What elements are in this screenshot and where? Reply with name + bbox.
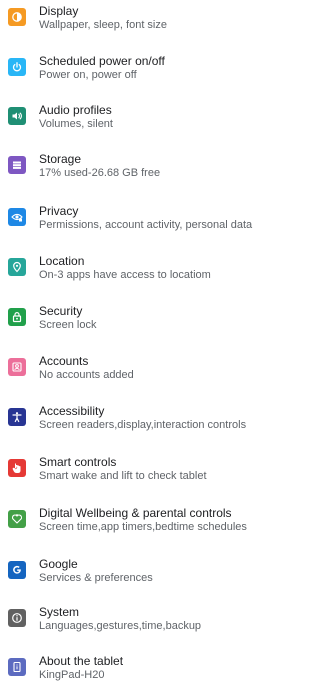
settings-item-accessibility[interactable]: Accessibility Screen readers,display,int… bbox=[0, 400, 265, 450]
accessibility-icon bbox=[8, 408, 26, 426]
power-icon bbox=[8, 58, 26, 76]
storage-icon bbox=[8, 156, 26, 174]
settings-item-accounts[interactable]: Accounts No accounts added bbox=[0, 350, 265, 400]
settings-item-smart-controls[interactable]: Smart controls Smart wake and lift to ch… bbox=[0, 451, 265, 501]
settings-item-about-tablet[interactable]: About the tablet KingPad-H20 bbox=[0, 650, 265, 700]
settings-item-subtitle: Services & preferences bbox=[39, 572, 153, 584]
settings-item-subtitle: Power on, power off bbox=[39, 69, 137, 81]
settings-item-subtitle: Screen time,app timers,bedtime schedules bbox=[39, 521, 247, 533]
settings-item-title: About the tablet bbox=[39, 654, 124, 668]
settings-item-subtitle: Languages,gestures,time,backup bbox=[39, 620, 202, 632]
settings-item-title: Security bbox=[39, 304, 83, 318]
settings-item-security[interactable]: Security Screen lock bbox=[0, 300, 265, 350]
settings-item-title: Digital Wellbeing & parental controls bbox=[39, 506, 232, 520]
info-icon bbox=[8, 609, 26, 627]
settings-item-title: Scheduled power on/off bbox=[39, 54, 165, 68]
settings-item-display[interactable]: Display Wallpaper, sleep, font size bbox=[0, 0, 265, 50]
settings-item-subtitle: Volumes, silent bbox=[39, 118, 113, 130]
volume-icon bbox=[8, 107, 26, 125]
account-icon bbox=[8, 358, 26, 376]
settings-item-title: Accounts bbox=[39, 354, 89, 368]
settings-item-subtitle: On-3 apps have access to locatiom bbox=[39, 269, 211, 281]
settings-item-google[interactable]: Google Services & preferences bbox=[0, 553, 265, 603]
wellbeing-heart-icon bbox=[8, 510, 26, 528]
settings-list: Display Wallpaper, sleep, font size Sche… bbox=[0, 0, 265, 687]
settings-item-subtitle: Smart wake and lift to check tablet bbox=[39, 470, 207, 482]
settings-item-privacy[interactable]: Privacy Permissions, account activity, p… bbox=[0, 200, 265, 250]
settings-item-subtitle: KingPad-H20 bbox=[39, 669, 105, 681]
tablet-icon bbox=[8, 658, 26, 676]
settings-item-subtitle: Screen lock bbox=[39, 319, 97, 331]
settings-item-audio-profiles[interactable]: Audio profiles Volumes, silent bbox=[0, 99, 265, 149]
settings-item-title: Location bbox=[39, 254, 85, 268]
settings-item-digital-wellbeing[interactable]: Digital Wellbeing & parental controls Sc… bbox=[0, 502, 265, 552]
settings-item-title: Smart controls bbox=[39, 455, 117, 469]
location-pin-icon bbox=[8, 258, 26, 276]
settings-item-subtitle: Wallpaper, sleep, font size bbox=[39, 19, 167, 31]
settings-item-subtitle: No accounts added bbox=[39, 369, 134, 381]
settings-item-system[interactable]: System Languages,gestures,time,backup bbox=[0, 601, 265, 651]
google-icon bbox=[8, 561, 26, 579]
settings-item-scheduled-power[interactable]: Scheduled power on/off Power on, power o… bbox=[0, 50, 265, 100]
settings-item-title: System bbox=[39, 605, 80, 619]
settings-item-location[interactable]: Location On-3 apps have access to locati… bbox=[0, 250, 265, 300]
settings-item-storage[interactable]: Storage 17% used-26.68 GB free bbox=[0, 148, 265, 198]
settings-item-subtitle: Screen readers,display,interaction contr… bbox=[39, 419, 247, 431]
settings-item-title: Accessibility bbox=[39, 404, 105, 418]
settings-item-title: Audio profiles bbox=[39, 103, 112, 117]
privacy-eye-icon bbox=[8, 208, 26, 226]
hand-icon bbox=[8, 459, 26, 477]
settings-item-subtitle: Permissions, account activity, personal … bbox=[39, 219, 253, 231]
settings-item-title: Storage bbox=[39, 152, 82, 166]
settings-item-subtitle: 17% used-26.68 GB free bbox=[39, 167, 161, 179]
settings-item-title: Display bbox=[39, 4, 79, 18]
settings-item-title: Privacy bbox=[39, 204, 79, 218]
settings-item-title: Google bbox=[39, 557, 78, 571]
lock-icon bbox=[8, 308, 26, 326]
display-icon bbox=[8, 8, 26, 26]
